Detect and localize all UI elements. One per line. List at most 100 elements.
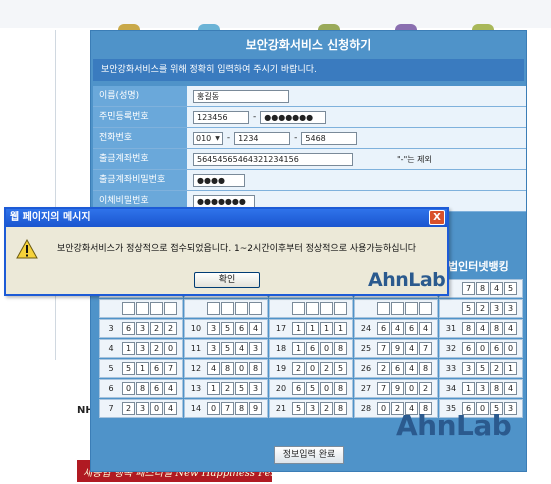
security-card-digit[interactable]: 7 [419,342,432,355]
security-card-digit[interactable]: 8 [235,402,248,415]
security-card-digit[interactable]: 4 [391,322,404,335]
security-card-digit[interactable] [419,302,432,315]
security-card-digit[interactable]: 3 [249,342,262,355]
security-card-digit[interactable]: 5 [221,342,234,355]
security-card-digit[interactable]: 6 [405,322,418,335]
security-card-digit[interactable]: 4 [164,402,177,415]
security-card-digit[interactable]: 0 [122,382,135,395]
security-card-digit[interactable]: 2 [476,302,489,315]
security-card-digit[interactable]: 3 [462,362,475,375]
security-card-digit[interactable]: 7 [221,402,234,415]
security-card-digit[interactable]: 3 [136,322,149,335]
security-card-digit[interactable]: 0 [405,382,418,395]
security-card-digit[interactable]: 2 [320,402,333,415]
security-card-digit[interactable]: 6 [377,322,390,335]
security-card-digit[interactable]: 4 [249,322,262,335]
security-card-digit[interactable]: 0 [207,402,220,415]
security-card-digit[interactable]: 3 [136,342,149,355]
security-card-digit[interactable]: 3 [207,342,220,355]
security-card-digit[interactable]: 8 [249,362,262,375]
security-card-digit[interactable]: 5 [306,382,319,395]
security-card-digit[interactable]: 4 [419,322,432,335]
security-card-digit[interactable]: 8 [476,282,489,295]
security-card-digit[interactable]: 8 [221,362,234,375]
security-card-digit[interactable]: 1 [504,362,517,375]
security-card-digit[interactable]: 4 [504,322,517,335]
phone-mid-input[interactable]: 1234 [234,131,291,145]
security-card-digit[interactable]: 7 [164,362,177,375]
security-card-digit[interactable]: 6 [150,382,163,395]
security-card-digit[interactable]: 2 [150,322,163,335]
security-card-digit[interactable]: 2 [490,362,503,375]
rrn-back-input[interactable]: ●●●●●●● [260,110,327,124]
security-card-digit[interactable]: 8 [490,382,503,395]
security-card-digit[interactable]: 2 [377,362,390,375]
security-card-digit[interactable]: 0 [306,362,319,375]
name-input[interactable]: 홍길동 [193,89,289,103]
security-card-digit[interactable] [377,302,390,315]
security-card-digit[interactable]: 5 [292,402,305,415]
security-card-digit[interactable]: 1 [207,382,220,395]
security-card-digit[interactable]: 3 [207,322,220,335]
security-card-digit[interactable]: 2 [164,322,177,335]
security-card-digit[interactable]: 0 [377,402,390,415]
security-card-digit[interactable]: 6 [122,322,135,335]
phone-prefix-select[interactable]: 010 ▼ [193,131,223,145]
security-card-digit[interactable]: 9 [249,402,262,415]
security-card-digit[interactable]: 3 [476,382,489,395]
security-card-digit[interactable]: 4 [504,382,517,395]
security-card-digit[interactable] [320,302,333,315]
phone-last-input[interactable]: 5468 [301,131,358,145]
security-card-digit[interactable]: 0 [164,342,177,355]
security-card-digit[interactable]: 1 [122,342,135,355]
security-card-digit[interactable]: 5 [235,382,248,395]
account-input[interactable]: 56454565464321234156 [193,152,353,166]
security-card-digit[interactable]: 4 [164,382,177,395]
security-card-digit[interactable] [306,302,319,315]
security-card-digit[interactable]: 9 [391,382,404,395]
security-card-digit[interactable]: 1 [292,342,305,355]
security-card-digit[interactable]: 2 [150,342,163,355]
security-card-digit[interactable]: 1 [462,382,475,395]
close-icon[interactable]: X [429,210,445,225]
security-card-digit[interactable] [207,302,220,315]
security-card-digit[interactable]: 3 [136,402,149,415]
security-card-digit[interactable]: 2 [221,382,234,395]
security-card-digit[interactable] [249,302,262,315]
security-card-digit[interactable]: 4 [405,342,418,355]
security-card-digit[interactable]: 6 [306,342,319,355]
security-card-digit[interactable]: 4 [405,362,418,375]
security-card-digit[interactable] [122,302,135,315]
security-card-digit[interactable]: 0 [320,382,333,395]
security-card-digit[interactable]: 5 [334,362,347,375]
security-card-digit[interactable]: 0 [235,362,248,375]
security-card-digit[interactable]: 5 [504,282,517,295]
submit-info-button[interactable]: 정보입력 완료 [274,446,344,464]
security-card-digit[interactable]: 7 [377,382,390,395]
security-card-digit[interactable]: 2 [320,362,333,375]
security-card-digit[interactable]: 8 [419,362,432,375]
security-card-digit[interactable]: 8 [490,322,503,335]
security-card-digit[interactable]: 6 [292,382,305,395]
security-card-digit[interactable]: 3 [249,382,262,395]
ok-button[interactable]: 확인 [194,272,260,288]
security-card-digit[interactable]: 3 [306,402,319,415]
security-card-digit[interactable]: 5 [462,302,475,315]
security-card-digit[interactable]: 8 [462,322,475,335]
security-card-digit[interactable]: 8 [136,382,149,395]
security-card-digit[interactable]: 6 [391,362,404,375]
security-card-digit[interactable]: 8 [334,382,347,395]
security-card-digit[interactable]: 4 [490,282,503,295]
security-card-digit[interactable]: 5 [221,322,234,335]
security-card-digit[interactable]: 7 [462,282,475,295]
security-card-digit[interactable] [235,302,248,315]
security-card-digit[interactable]: 5 [122,362,135,375]
security-card-digit[interactable]: 3 [504,302,517,315]
security-card-digit[interactable]: 6 [150,362,163,375]
account-password-input[interactable]: ●●●● [193,173,245,187]
security-card-digit[interactable]: 1 [136,362,149,375]
security-card-digit[interactable]: 0 [320,342,333,355]
security-card-digit[interactable]: 6 [235,322,248,335]
security-card-digit[interactable] [334,302,347,315]
transfer-password-input[interactable]: ●●●●●●● [193,194,255,208]
